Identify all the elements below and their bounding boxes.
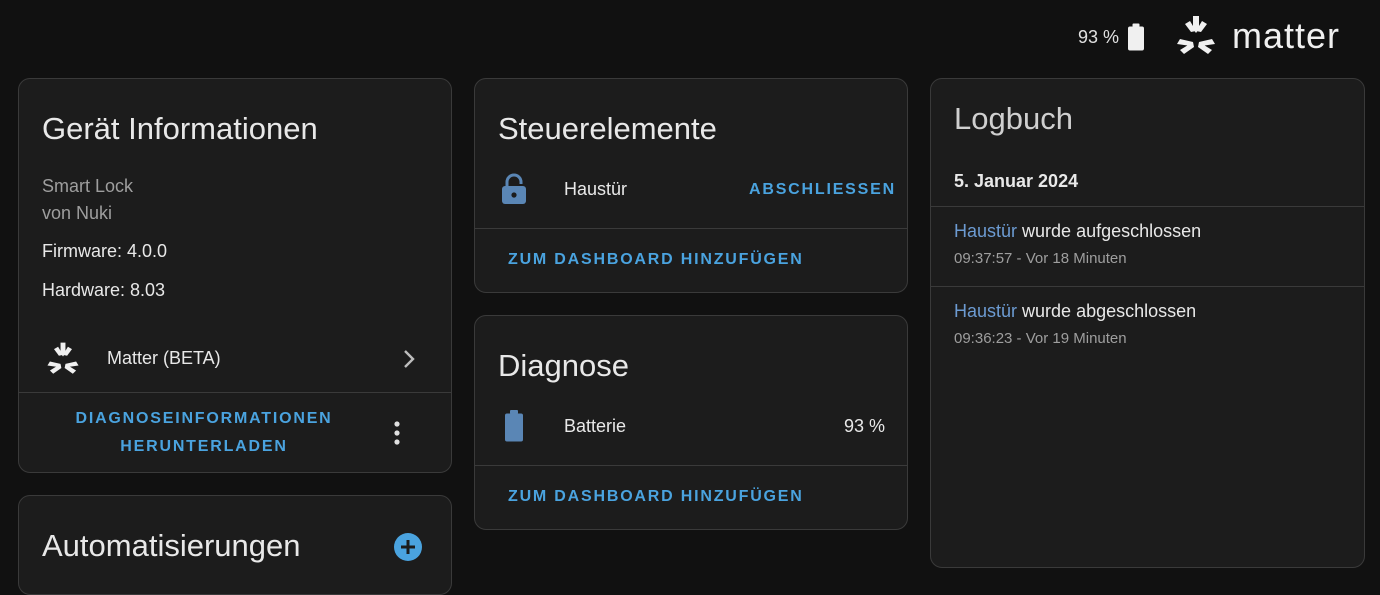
matter-logo-icon: [1177, 16, 1215, 54]
lock-open-icon: [502, 173, 526, 204]
download-label-line1: DIAGNOSEINFORMATIONEN: [75, 410, 333, 427]
card-divider: [19, 392, 451, 393]
controls-card: Steuerelemente Haustür ABSCHLIESSEN ZUM …: [474, 78, 908, 293]
chevron-right-icon: [404, 350, 415, 368]
battery-entity-value: 93 %: [843, 416, 885, 436]
battery-percentage: 93 %: [1078, 26, 1120, 47]
logbook-entity-link[interactable]: Haustür: [954, 221, 1017, 241]
logbook-divider: [931, 286, 1364, 287]
device-info-card: Gerät Informationen Smart Lock von Nuki …: [18, 78, 452, 473]
logbook-card: Logbuch 5. Januar 2024 Haustür wurde auf…: [930, 78, 1365, 568]
hardware-version: Hardware: 8.03: [42, 280, 166, 300]
more-vertical-icon[interactable]: [392, 420, 402, 446]
logbook-title: Logbuch: [954, 101, 1073, 136]
download-label-line2: HERUNTERLADEN: [120, 438, 288, 455]
automations-card: Automatisierungen: [18, 495, 452, 595]
logbook-entity-link[interactable]: Haustür: [954, 301, 1017, 321]
top-bar: 93 % matter: [0, 0, 1380, 74]
plus-circle-icon[interactable]: [393, 532, 423, 562]
lock-entity-row[interactable]: Haustür ABSCHLIESSEN: [475, 169, 907, 209]
logbook-time: 09:37:57 - Vor 18 Minuten: [954, 250, 1127, 267]
battery-icon: [505, 410, 523, 442]
logbook-date-header: 5. Januar 2024: [954, 171, 1079, 191]
lock-entity-name: Haustür: [564, 179, 628, 199]
add-to-dashboard-button[interactable]: ZUM DASHBOARD HINZUFÜGEN: [508, 251, 804, 269]
card-divider: [475, 228, 907, 229]
logbook-entry: Haustür wurde abgeschlossen 09:36:23 - V…: [954, 301, 1196, 347]
diagnostics-title: Diagnose: [498, 348, 629, 383]
matter-brand: matter: [1174, 14, 1340, 58]
add-to-dashboard-button[interactable]: ZUM DASHBOARD HINZUFÜGEN: [508, 488, 804, 506]
diagnostics-card: Diagnose Batterie 93 % ZUM DASHBOARD HIN…: [474, 315, 908, 530]
battery-full-icon: [1128, 23, 1145, 51]
matter-logo-icon: [47, 342, 79, 374]
device-info-title: Gerät Informationen: [42, 111, 318, 146]
integration-label: Matter (BETA): [107, 348, 221, 368]
lock-action-button[interactable]: ABSCHLIESSEN: [749, 181, 896, 199]
integration-row[interactable]: Matter (BETA): [19, 337, 451, 381]
card-divider: [475, 465, 907, 466]
battery-entity-name: Batterie: [564, 416, 627, 436]
controls-title: Steuerelemente: [498, 111, 717, 146]
download-diagnostics-button[interactable]: DIAGNOSEINFORMATIONEN HERUNTERLADEN: [39, 405, 369, 461]
automations-title: Automatisierungen: [42, 528, 301, 563]
logbook-entry: Haustür wurde aufgeschlossen 09:37:57 - …: [954, 221, 1201, 267]
firmware-version: Firmware: 4.0.0: [42, 241, 168, 261]
logbook-divider: [931, 206, 1364, 207]
logbook-message: wurde aufgeschlossen: [1022, 221, 1202, 241]
device-model: Smart Lock: [42, 176, 134, 196]
battery-entity-row[interactable]: Batterie 93 %: [475, 406, 907, 446]
battery-status: 93 %: [1078, 22, 1145, 52]
logbook-message: wurde abgeschlossen: [1022, 301, 1197, 321]
device-manufacturer: von Nuki: [42, 203, 113, 223]
logbook-time: 09:36:23 - Vor 19 Minuten: [954, 330, 1127, 347]
brand-name: matter: [1232, 15, 1341, 56]
